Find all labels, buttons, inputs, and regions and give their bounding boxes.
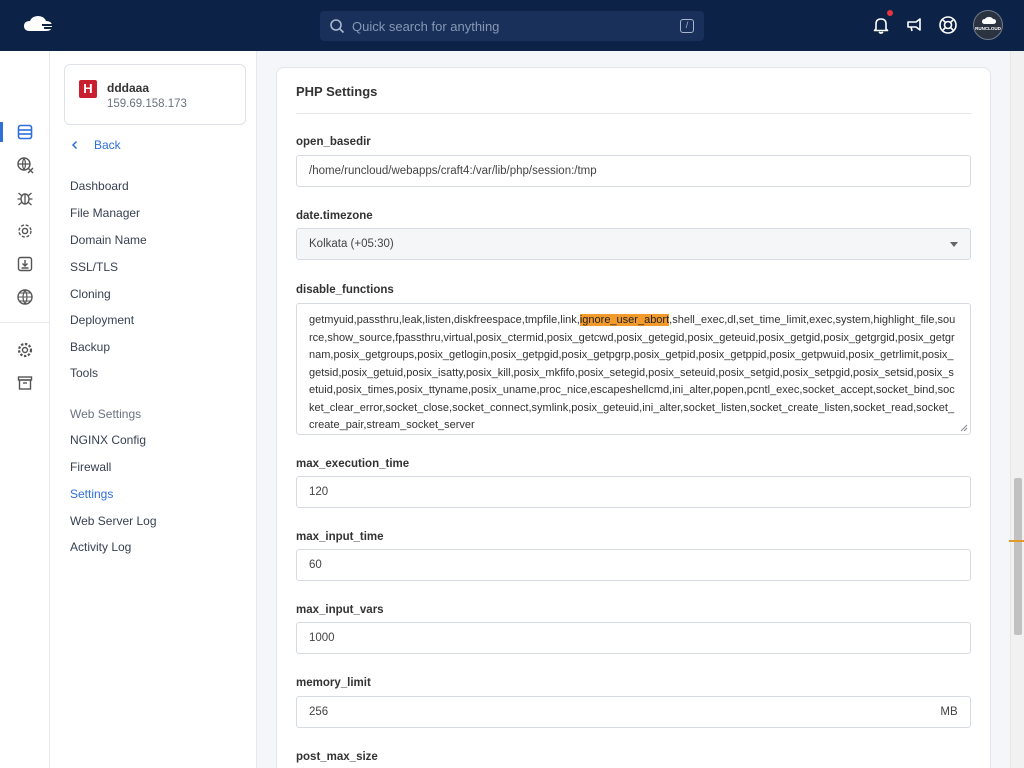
highlighted-function: ignore_user_abort bbox=[579, 314, 670, 326]
memory-limit-input[interactable]: 256 bbox=[296, 696, 929, 728]
integrations-gear-icon[interactable] bbox=[16, 222, 34, 240]
open-basedir-label: open_basedir bbox=[296, 136, 371, 148]
chevron-left-icon bbox=[71, 140, 78, 150]
panel-title: PHP Settings bbox=[296, 84, 378, 99]
settings-gear-icon[interactable] bbox=[16, 341, 34, 359]
webapp-sidebar: H dddaaa 159.69.158.173 Back Dashboard F… bbox=[50, 51, 257, 768]
nav-domain-name[interactable]: Domain Name bbox=[70, 233, 147, 247]
scrollbar-thumb[interactable] bbox=[1014, 478, 1022, 635]
disable-functions-textarea[interactable]: getmyuid,passthru,leak,listen,diskfreesp… bbox=[296, 303, 971, 435]
date-timezone-value: Kolkata (+05:30) bbox=[309, 238, 394, 250]
rail-divider bbox=[0, 322, 50, 323]
disable-functions-label: disable_functions bbox=[296, 284, 394, 296]
hetzner-logo-icon: H bbox=[79, 80, 97, 98]
scroll-search-marker bbox=[1009, 540, 1024, 542]
date-timezone-select[interactable]: Kolkata (+05:30) bbox=[296, 228, 971, 260]
nav-ssl-tls[interactable]: SSL/TLS bbox=[70, 260, 118, 274]
max-execution-time-input[interactable]: 120 bbox=[296, 476, 971, 508]
help-lifebuoy-icon[interactable] bbox=[938, 15, 958, 35]
date-timezone-label: date.timezone bbox=[296, 210, 373, 222]
open-basedir-input[interactable]: /home/runcloud/webapps/craft4:/var/lib/p… bbox=[296, 155, 971, 187]
nav-firewall[interactable]: Firewall bbox=[70, 460, 111, 474]
bell-icon[interactable] bbox=[871, 15, 891, 35]
max-input-time-label: max_input_time bbox=[296, 531, 384, 543]
archive-box-icon[interactable] bbox=[16, 374, 34, 392]
panel-divider bbox=[296, 113, 971, 114]
max-input-time-input[interactable]: 60 bbox=[296, 549, 971, 581]
chevron-down-icon bbox=[950, 242, 958, 247]
nav-tools[interactable]: Tools bbox=[70, 366, 98, 380]
php-settings-panel: PHP Settings open_basedir /home/runcloud… bbox=[276, 67, 991, 768]
memory-limit-unit: MB bbox=[928, 696, 971, 728]
runcloud-logo-icon[interactable] bbox=[22, 13, 56, 37]
search-shortcut-key: / bbox=[680, 19, 694, 33]
icon-rail bbox=[0, 51, 50, 768]
announcement-icon[interactable] bbox=[905, 15, 925, 35]
post-max-size-label: post_max_size bbox=[296, 751, 378, 763]
backup-download-icon[interactable] bbox=[16, 255, 34, 273]
back-link[interactable]: Back bbox=[70, 138, 121, 152]
nav-deployment[interactable]: Deployment bbox=[70, 313, 134, 327]
web-globe-icon[interactable] bbox=[16, 156, 34, 174]
back-label: Back bbox=[94, 138, 121, 152]
nav-settings[interactable]: Settings bbox=[70, 487, 113, 501]
bug-icon[interactable] bbox=[16, 189, 34, 207]
disable-functions-text-after: ,shell_exec,dl,set_time_limit,exec,syste… bbox=[309, 314, 956, 431]
user-avatar[interactable]: RUNCLOUD bbox=[973, 10, 1003, 40]
page-scrollbar[interactable] bbox=[1010, 51, 1024, 768]
rail-active-indicator bbox=[0, 122, 3, 142]
network-globe-icon[interactable] bbox=[16, 288, 34, 306]
search-icon bbox=[330, 19, 345, 34]
nav-file-manager[interactable]: File Manager bbox=[70, 206, 140, 220]
disable-functions-text-before: getmyuid,passthru,leak,listen,diskfreesp… bbox=[309, 314, 580, 326]
notification-dot bbox=[887, 10, 893, 16]
nav-web-server-log[interactable]: Web Server Log bbox=[70, 514, 157, 528]
main-content: PHP Settings open_basedir /home/runcloud… bbox=[257, 51, 1010, 768]
top-navigation-bar: Quick search for anything / RUNCLOUD bbox=[0, 0, 1024, 51]
nav-nginx-config[interactable]: NGINX Config bbox=[70, 433, 146, 447]
disable-functions-text: getmyuid,passthru,leak,listen,diskfreesp… bbox=[309, 312, 958, 435]
nav-activity-log[interactable]: Activity Log bbox=[70, 540, 131, 554]
nav-cloning[interactable]: Cloning bbox=[70, 287, 111, 301]
web-settings-heading: Web Settings bbox=[70, 407, 142, 421]
max-execution-time-label: max_execution_time bbox=[296, 458, 410, 470]
max-input-vars-label: max_input_vars bbox=[296, 604, 384, 616]
server-name: dddaaa bbox=[107, 81, 150, 95]
nav-backup[interactable]: Backup bbox=[70, 340, 110, 354]
memory-limit-label: memory_limit bbox=[296, 677, 371, 689]
max-input-vars-input[interactable]: 1000 bbox=[296, 622, 971, 654]
avatar-cloud-icon bbox=[982, 17, 996, 24]
quick-search-bar[interactable]: Quick search for anything / bbox=[320, 11, 704, 41]
server-ip: 159.69.158.173 bbox=[107, 98, 187, 110]
avatar-text: RUNCLOUD bbox=[975, 26, 1001, 31]
servers-icon[interactable] bbox=[16, 123, 34, 141]
nav-dashboard[interactable]: Dashboard bbox=[70, 179, 129, 193]
server-card[interactable]: H dddaaa 159.69.158.173 bbox=[64, 64, 246, 125]
resize-handle-icon[interactable] bbox=[960, 424, 968, 432]
search-placeholder: Quick search for anything bbox=[352, 19, 500, 34]
